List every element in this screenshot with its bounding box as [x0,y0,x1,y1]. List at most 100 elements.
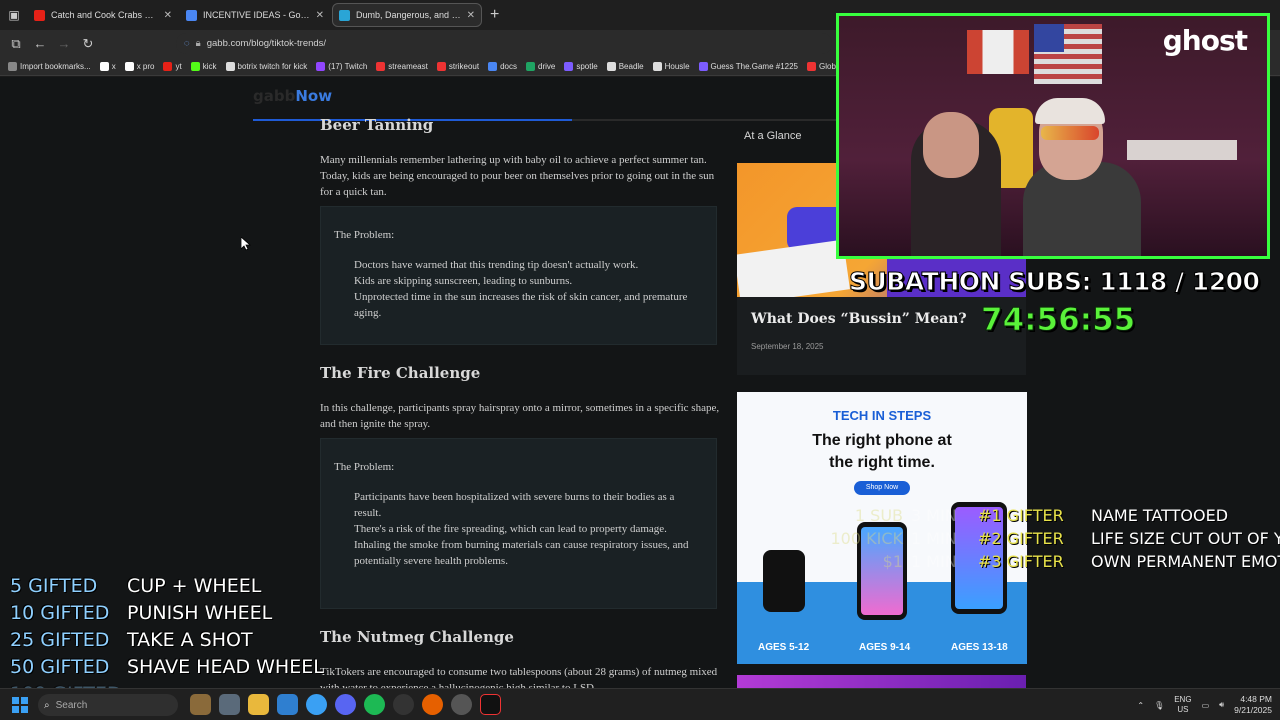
bookmark-item[interactable]: x [99,61,116,71]
bookmark-item[interactable]: x pro [124,61,154,71]
language-indicator[interactable]: ENG US [1174,695,1191,715]
strikeout-icon [436,61,446,71]
ad-headline: The right phone at the right time. [812,432,952,471]
task-view-icon[interactable] [190,694,211,715]
search-icon: ⌕ [44,699,50,711]
bookmark-item[interactable]: Glob [807,61,836,71]
hat [1035,98,1105,124]
taskbar-search[interactable]: ⌕ Search [38,694,178,716]
file-explorer-icon[interactable] [248,694,269,715]
settings-icon[interactable] [219,694,240,715]
bookmark-item[interactable]: Import bookmarks... [8,61,91,71]
lock-icon[interactable]: 🔒︎ [196,38,201,49]
sunglasses [1041,126,1099,140]
back-icon[interactable]: ← [28,32,52,56]
age-label: AGES 13-18 [951,642,1008,653]
address-bar[interactable]: ◌ 🔒︎ gabb.com/blog/tiktok-trends/ [176,33,832,54]
webcam-feed: ghost [836,13,1270,259]
problem-item: Participants have been hospitalized with… [354,491,675,519]
canada-flag [967,30,1029,74]
spotify-icon[interactable] [364,694,385,715]
clock-icon[interactable] [451,694,472,715]
problem-item: Unprotected time in the sun increases th… [354,291,688,319]
tab-1[interactable]: INCENTIVE IDEAS - Google Docs ✕ [180,3,330,27]
microphone-icon[interactable]: 🎙︎ [1154,701,1164,710]
problem-item: There's a risk of the fire spreading, wh… [354,523,667,535]
tab-0[interactable]: Catch and Cook Crabs & Clams ✕ [28,3,178,27]
refresh-icon[interactable]: ↻ [76,32,100,56]
tab-title: INCENTIVE IDEAS - Google Docs [203,10,310,20]
guess-the-game-icon [698,61,708,71]
workspaces-icon[interactable]: ⧉ [4,32,28,56]
subathon-counter: SUBATHON SUBS: 1118 / 1200 [848,267,1260,297]
kick-icon [190,61,200,71]
beadle-icon [606,61,616,71]
botrix-icon [225,61,235,71]
problem-label: The Problem: [334,229,395,241]
watch-icon [763,550,805,612]
problem-list: Doctors have warned that this trending t… [354,257,699,321]
network-icon[interactable]: ▭ [1202,701,1210,710]
streameast-icon [376,61,386,71]
article-title[interactable]: What Does “Bussin” Mean? [751,311,967,327]
tab-2[interactable]: Dumb, Dangerous, and Deadly ✕ [332,3,482,27]
taskbar-apps [190,694,501,715]
gabb-icon [339,9,350,21]
bookmark-item[interactable]: docs [488,61,517,71]
problem-box: The Problem: Participants have been hosp… [320,438,717,609]
bookmark-item[interactable]: streameast [376,61,428,71]
usa-flag [1034,24,1102,84]
twitch-icon [316,61,326,71]
section-heading: Beer Tanning [320,116,434,134]
firefox-icon[interactable] [422,694,443,715]
goal-row: 50 GIFTED SHAVE HEAD WHEEL [10,656,324,678]
google-docs-icon [186,9,197,21]
bookmark-item[interactable]: yt [163,61,182,71]
bookmark-item[interactable]: Guess The.Game #1225 [698,61,798,71]
close-tab-icon[interactable]: ✕ [164,10,172,21]
bookmark-item[interactable]: kick [190,61,217,71]
bookmark-item[interactable]: spotle [564,61,598,71]
system-clock[interactable]: 4:48 PM 9/21/2025 [1234,694,1272,716]
bookmark-item[interactable]: strikeout [436,61,479,71]
obs-icon[interactable] [393,694,414,715]
youtube-icon [34,9,45,21]
shield-icon[interactable]: ◌ [184,38,190,49]
bookmark-item[interactable]: drive [526,61,555,71]
bookmark-item[interactable]: Beadle [606,61,644,71]
site-logo[interactable]: gabbNow [253,87,332,105]
ad-brand: TECH IN STEPS [832,408,932,423]
forward-icon[interactable]: → [52,32,76,56]
close-tab-icon[interactable]: ✕ [467,10,475,21]
table [1127,140,1237,160]
store-icon[interactable] [277,694,298,715]
next-article-card[interactable] [737,675,1026,688]
shop-now-button[interactable]: Shop Now [854,481,910,495]
drive-icon [526,61,535,71]
chevron-up-icon[interactable]: ⌃ [1137,701,1144,710]
bookmark-item[interactable]: Housle [652,61,690,71]
windows-start-icon[interactable] [12,697,28,713]
new-tab-icon[interactable]: + [490,6,499,24]
section-intro: Many millennials remember lathering up w… [320,154,715,198]
age-label: AGES 5-12 [758,642,810,653]
bookmark-item[interactable]: (17) Twitch [316,61,367,71]
goal-row: 10 GIFTED PUNISH WHEEL [10,602,273,624]
x-icon [99,61,109,71]
article-date: September 18, 2025 [751,342,824,351]
url-text[interactable]: gabb.com/blog/tiktok-trends/ [207,38,326,49]
discord-icon[interactable] [335,694,356,715]
tab-title: Catch and Cook Crabs & Clams [51,10,158,20]
capcut-icon[interactable] [480,694,501,715]
close-tab-icon[interactable]: ✕ [316,10,324,21]
spotle-icon [564,61,574,71]
section-heading: The Fire Challenge [320,364,481,382]
volume-icon[interactable]: 🔊︎ [1219,700,1224,710]
age-label: AGES 9-14 [859,642,911,653]
goal-row: 5 GIFTED CUP + WHEEL [10,575,262,597]
at-a-glance-label: At a Glance [744,130,802,142]
bookmark-item[interactable]: botrix twitch for kick [225,61,307,71]
gifter-row: 100 KICK 1 MIN #2 GIFTER LIFE SIZE CUT OUT … [830,529,1280,548]
browser-icon[interactable] [306,694,327,715]
tab-actions-icon[interactable]: ▣ [0,0,28,30]
